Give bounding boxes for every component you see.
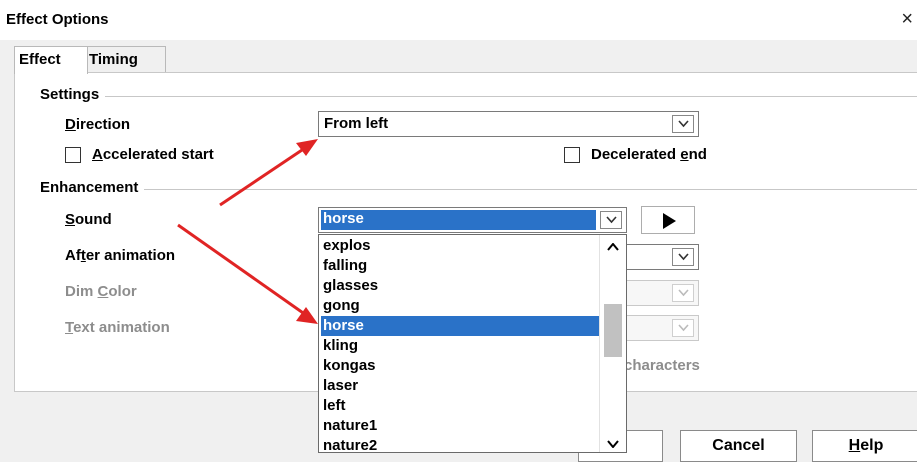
- dim-color-pre: Dim: [65, 283, 98, 300]
- help-button[interactable]: Help: [812, 430, 917, 462]
- dim-color-post: olor: [108, 283, 137, 300]
- chevron-down-icon[interactable]: [672, 248, 694, 266]
- direction-value: From left: [324, 115, 389, 132]
- accelerated-start-checkbox[interactable]: [65, 147, 81, 163]
- chevron-up-icon[interactable]: [607, 243, 619, 251]
- decelerated-end-pre: Decelerated: [591, 146, 681, 163]
- list-item[interactable]: left: [321, 396, 601, 416]
- close-icon[interactable]: ×: [901, 6, 913, 32]
- dim-color-label: Dim Color: [65, 283, 137, 300]
- direction-label-mnemonic: D: [65, 116, 76, 133]
- decelerated-end-mnemonic: e: [680, 146, 689, 163]
- play-icon: [663, 213, 676, 229]
- help-rest: elp: [860, 437, 884, 454]
- settings-header: Settings: [40, 86, 106, 103]
- chevron-down-icon: [672, 319, 694, 337]
- sound-value: horse: [323, 210, 364, 227]
- sound-select[interactable]: horse: [318, 207, 627, 233]
- list-item[interactable]: kongas: [321, 356, 601, 376]
- chevron-down-icon[interactable]: [607, 440, 619, 448]
- after-animation-pre: Af: [65, 247, 81, 264]
- after-animation-post: er animation: [85, 247, 176, 264]
- characters-label: characters: [624, 357, 700, 374]
- sound-label-rest: ound: [75, 211, 112, 228]
- list-item[interactable]: nature1: [321, 416, 601, 436]
- sound-label-mnemonic: S: [65, 211, 76, 228]
- list-item[interactable]: glasses: [321, 276, 601, 296]
- list-item[interactable]: laser: [321, 376, 601, 396]
- list-item[interactable]: explos: [321, 236, 601, 256]
- decelerated-end-checkbox[interactable]: [564, 147, 580, 163]
- list-scrollbar[interactable]: [599, 235, 626, 452]
- scrollbar-thumb[interactable]: [604, 304, 622, 357]
- window-title: Effect Options: [6, 11, 109, 28]
- accelerated-start-mnemonic: A: [92, 146, 103, 163]
- sound-dropdown-list[interactable]: explos falling glasses gong horse kling …: [318, 234, 627, 453]
- title-bar: Effect Options ×: [0, 0, 917, 40]
- sound-label: Sound: [65, 211, 112, 228]
- list-item[interactable]: nature2: [321, 436, 601, 452]
- accelerated-start-rest: ccelerated start: [102, 146, 214, 163]
- chevron-down-icon[interactable]: [600, 211, 622, 229]
- enhancement-divider: [40, 189, 917, 190]
- dim-color-mnemonic: C: [97, 283, 109, 300]
- tab-timing[interactable]: Timing: [84, 46, 166, 72]
- decelerated-end-label: Decelerated end: [591, 146, 707, 163]
- text-animation-mnemonic: T: [65, 319, 74, 336]
- text-animation-rest: ext animation: [73, 319, 170, 336]
- after-animation-label: After animation: [65, 247, 175, 264]
- chevron-down-icon[interactable]: [672, 115, 694, 133]
- chevron-down-icon: [672, 284, 694, 302]
- enhancement-header: Enhancement: [40, 179, 145, 196]
- direction-select[interactable]: From left: [318, 111, 699, 137]
- direction-label: Direction: [65, 116, 130, 133]
- help-mnemonic: H: [848, 437, 861, 454]
- list-item[interactable]: gong: [321, 296, 601, 316]
- play-sound-button[interactable]: [641, 206, 695, 234]
- cancel-button[interactable]: Cancel: [680, 430, 797, 462]
- text-animation-label: Text animation: [65, 319, 170, 336]
- list-item-selected[interactable]: horse: [321, 316, 601, 336]
- decelerated-end-post: nd: [688, 146, 707, 163]
- list-item[interactable]: kling: [321, 336, 601, 356]
- settings-divider: [40, 96, 917, 97]
- direction-label-rest: irection: [75, 116, 131, 133]
- accelerated-start-label: Accelerated start: [92, 146, 214, 163]
- tab-effect[interactable]: Effect: [14, 46, 88, 74]
- list-item[interactable]: falling: [321, 256, 601, 276]
